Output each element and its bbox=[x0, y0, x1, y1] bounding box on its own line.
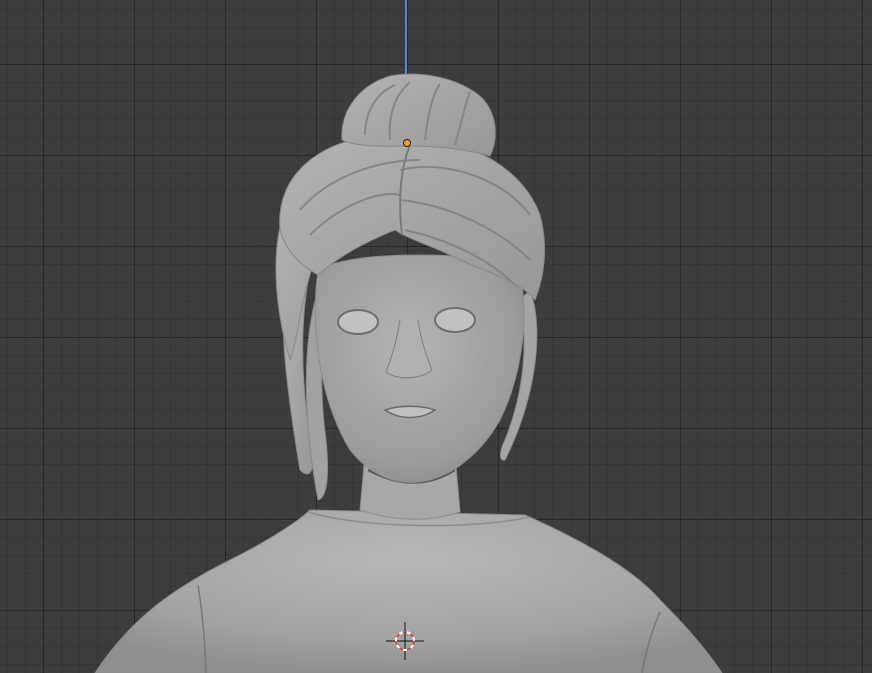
right-eye bbox=[434, 307, 476, 333]
hair-bun[interactable] bbox=[341, 73, 496, 157]
object-origin-dot[interactable] bbox=[403, 139, 411, 147]
3d-viewport[interactable] bbox=[0, 0, 872, 673]
viewport-scene bbox=[94, 0, 723, 673]
left-eye bbox=[337, 309, 379, 335]
